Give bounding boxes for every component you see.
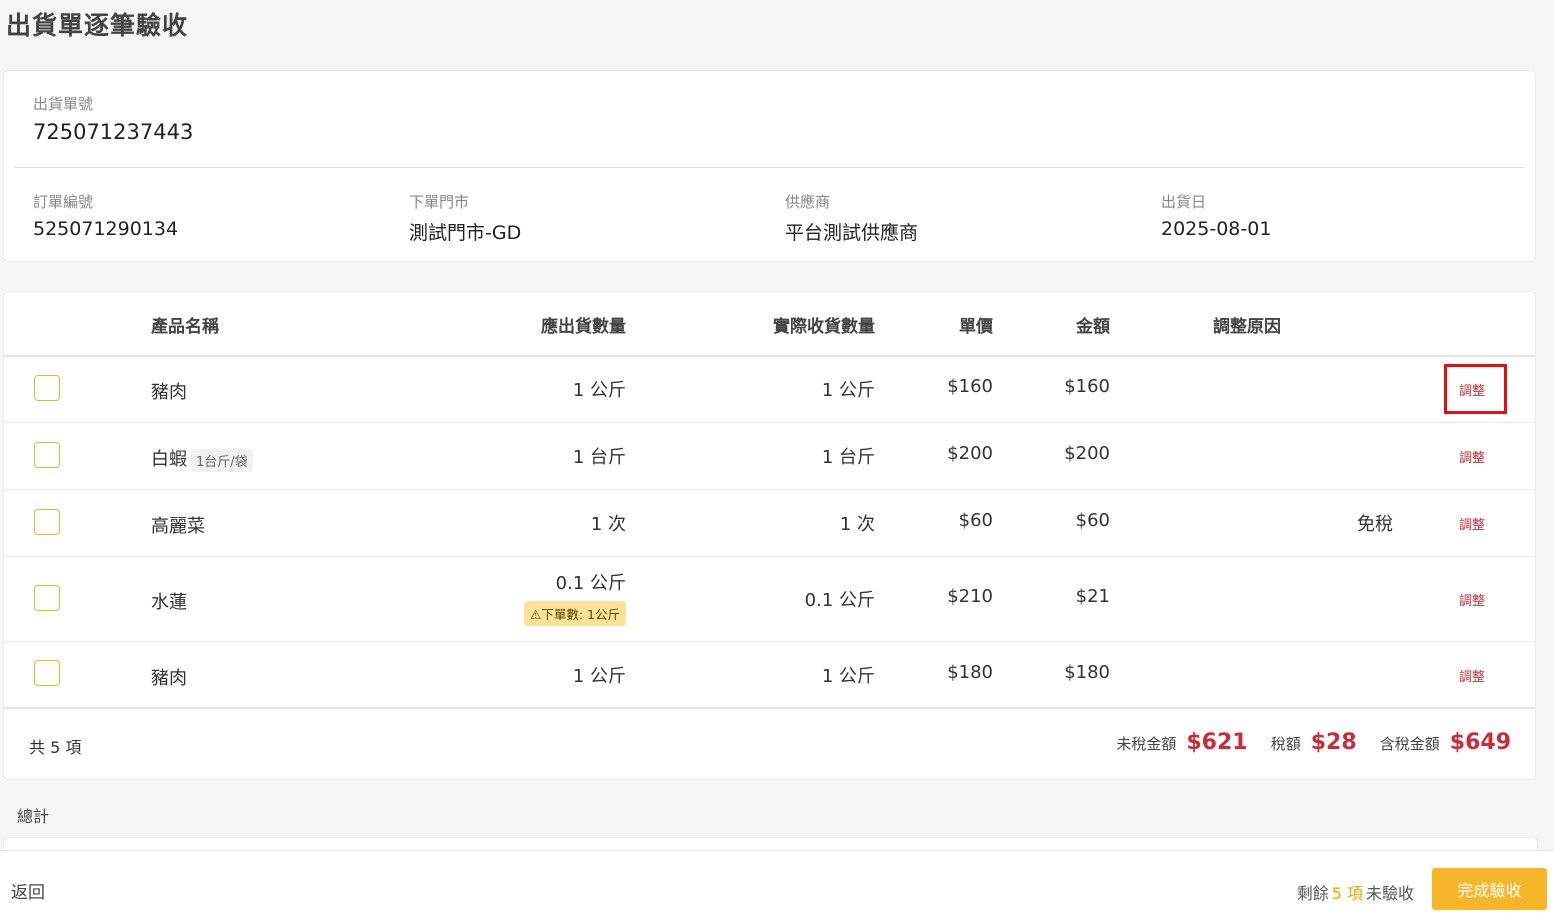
- adjust-button[interactable]: 調整: [1459, 514, 1485, 533]
- row-checkbox[interactable]: [34, 660, 60, 686]
- header-reason: 調整原因: [1213, 317, 1281, 337]
- order-number-field: 訂單編號 525071290134: [33, 191, 178, 240]
- product-name: 水蓮: [151, 588, 187, 614]
- product-name: 豬肉: [151, 664, 187, 690]
- table-row: 白蝦 1台斤/袋 1 台斤 1 台斤 $200 $200 調整: [4, 423, 1535, 490]
- unit-price: $180: [947, 662, 993, 683]
- order-qty-warning-badge: ⚠下單數: 1公斤: [524, 601, 626, 626]
- unit-tag: 1台斤/袋: [191, 448, 253, 472]
- order-number-label: 訂單編號: [33, 193, 94, 211]
- store-field: 下單門市 測試門市-GD: [409, 191, 521, 245]
- summary-label: 總計: [17, 807, 50, 826]
- table-footer: 共 5 項 未稅金額 $621 稅額 $28 含稅金額 $649: [4, 708, 1535, 780]
- amount: $180: [1064, 662, 1110, 683]
- item-count: 共 5 項: [29, 738, 82, 757]
- order-number-value: 525071290134: [33, 218, 179, 240]
- amount: $160: [1064, 376, 1110, 397]
- shipment-number-block: 出貨單號 725071237443: [33, 93, 193, 144]
- unit-price: $200: [947, 443, 993, 464]
- product-name-text: 豬肉: [151, 668, 187, 689]
- table-row: 豬肉 1 公斤 1 公斤 $160 $160 調整: [4, 356, 1535, 423]
- total-value: $649: [1449, 730, 1511, 755]
- ship-date-label: 出貨日: [1161, 193, 1207, 211]
- ship-date-value: 2025-08-01: [1161, 218, 1272, 240]
- items-table: 產品名稱 應出貨數量 實際收貨數量 單價 金額 調整原因 豬肉 1 公斤 1 公…: [3, 291, 1536, 780]
- product-name-text: 白蝦: [151, 449, 187, 470]
- header-received-qty: 實際收貨數量: [773, 317, 875, 337]
- expected-qty: 1 公斤: [572, 380, 626, 401]
- unit-price: $160: [947, 376, 993, 397]
- ship-date-field: 出貨日 2025-08-01: [1161, 191, 1271, 240]
- supplier-value: 平台測試供應商: [785, 222, 919, 244]
- tax-value: $28: [1310, 730, 1357, 755]
- header-amount: 金額: [1076, 317, 1110, 337]
- supplier-field: 供應商 平台測試供應商: [785, 191, 918, 245]
- back-button[interactable]: 返回: [11, 878, 45, 903]
- amount: $60: [1075, 510, 1110, 531]
- product-name: 豬肉: [151, 378, 187, 404]
- row-checkbox[interactable]: [34, 442, 60, 468]
- row-checkbox[interactable]: [34, 585, 60, 611]
- total-label: 含稅金額: [1379, 735, 1440, 753]
- product-name-text: 高麗菜: [151, 516, 205, 537]
- received-qty: 1 次: [839, 514, 875, 535]
- product-name: 白蝦 1台斤/袋: [151, 445, 253, 472]
- product-name-text: 水蓮: [151, 592, 187, 613]
- received-qty: 1 公斤: [821, 380, 875, 401]
- shipment-number-label: 出貨單號: [33, 95, 94, 113]
- table-row: 高麗菜 1 次 1 次 $60 $60 免稅 調整: [4, 490, 1535, 557]
- expected-qty: 1 次: [590, 514, 626, 535]
- expected-qty: 0.1 公斤: [555, 573, 626, 594]
- header-expected-qty: 應出貨數量: [541, 317, 626, 337]
- tax-exempt-note: 免稅: [1357, 514, 1393, 535]
- amount: $200: [1064, 443, 1110, 464]
- product-name: 高麗菜: [151, 512, 205, 538]
- shipment-number: 725071237443: [33, 120, 194, 144]
- shipment-detail-row: 訂單編號 525071290134 下單門市 測試門市-GD 供應商 平台測試供…: [33, 191, 1535, 251]
- adjust-button[interactable]: 調整: [1459, 447, 1485, 466]
- remaining-status: 剩餘 5 項未驗收: [1297, 880, 1414, 904]
- header-product: 產品名稱: [151, 317, 219, 337]
- remaining-prefix: 剩餘: [1296, 884, 1329, 903]
- product-name-text: 豬肉: [151, 382, 187, 403]
- table-row: 水蓮 0.1 公斤 ⚠下單數: 1公斤 0.1 公斤 $210 $21 調整: [4, 557, 1535, 642]
- unit-price: $210: [947, 586, 993, 607]
- bottom-action-bar: 返回 剩餘 5 項未驗收 完成驗收: [0, 850, 1554, 922]
- received-qty: 1 台斤: [821, 447, 875, 468]
- store-value: 測試門市-GD: [409, 222, 522, 244]
- remaining-suffix: 未驗收: [1365, 884, 1414, 903]
- expected-qty: 1 公斤: [572, 666, 626, 687]
- received-qty: 1 公斤: [821, 666, 875, 687]
- table-row: 豬肉 1 公斤 1 公斤 $180 $180 調整: [4, 642, 1535, 709]
- page-title: 出貨單逐筆驗收: [6, 11, 189, 40]
- shipment-info-card: 出貨單號 725071237443 訂單編號 525071290134 下單門市…: [3, 70, 1536, 262]
- row-checkbox[interactable]: [34, 509, 60, 535]
- unit-price: $60: [958, 510, 993, 531]
- expected-qty: 1 台斤: [572, 447, 626, 468]
- info-divider: [14, 167, 1525, 168]
- pretax-value: $621: [1186, 730, 1248, 755]
- remaining-count: 5 項: [1331, 884, 1363, 903]
- adjust-button[interactable]: 調整: [1459, 380, 1485, 399]
- pretax-label: 未稅金額: [1116, 735, 1177, 753]
- totals: 未稅金額 $621 稅額 $28 含稅金額 $649: [1098, 730, 1511, 755]
- store-label: 下單門市: [409, 193, 470, 211]
- tax-label: 稅額: [1270, 735, 1301, 753]
- received-qty: 0.1 公斤: [804, 590, 875, 611]
- adjust-button[interactable]: 調整: [1459, 666, 1485, 685]
- supplier-label: 供應商: [785, 193, 831, 211]
- row-checkbox[interactable]: [34, 375, 60, 401]
- header-unit-price: 單價: [959, 317, 993, 337]
- table-header: 產品名稱 應出貨數量 實際收貨數量 單價 金額 調整原因: [4, 292, 1535, 357]
- adjust-button[interactable]: 調整: [1459, 590, 1485, 609]
- amount: $21: [1075, 586, 1110, 607]
- complete-inspection-button[interactable]: 完成驗收: [1432, 868, 1547, 910]
